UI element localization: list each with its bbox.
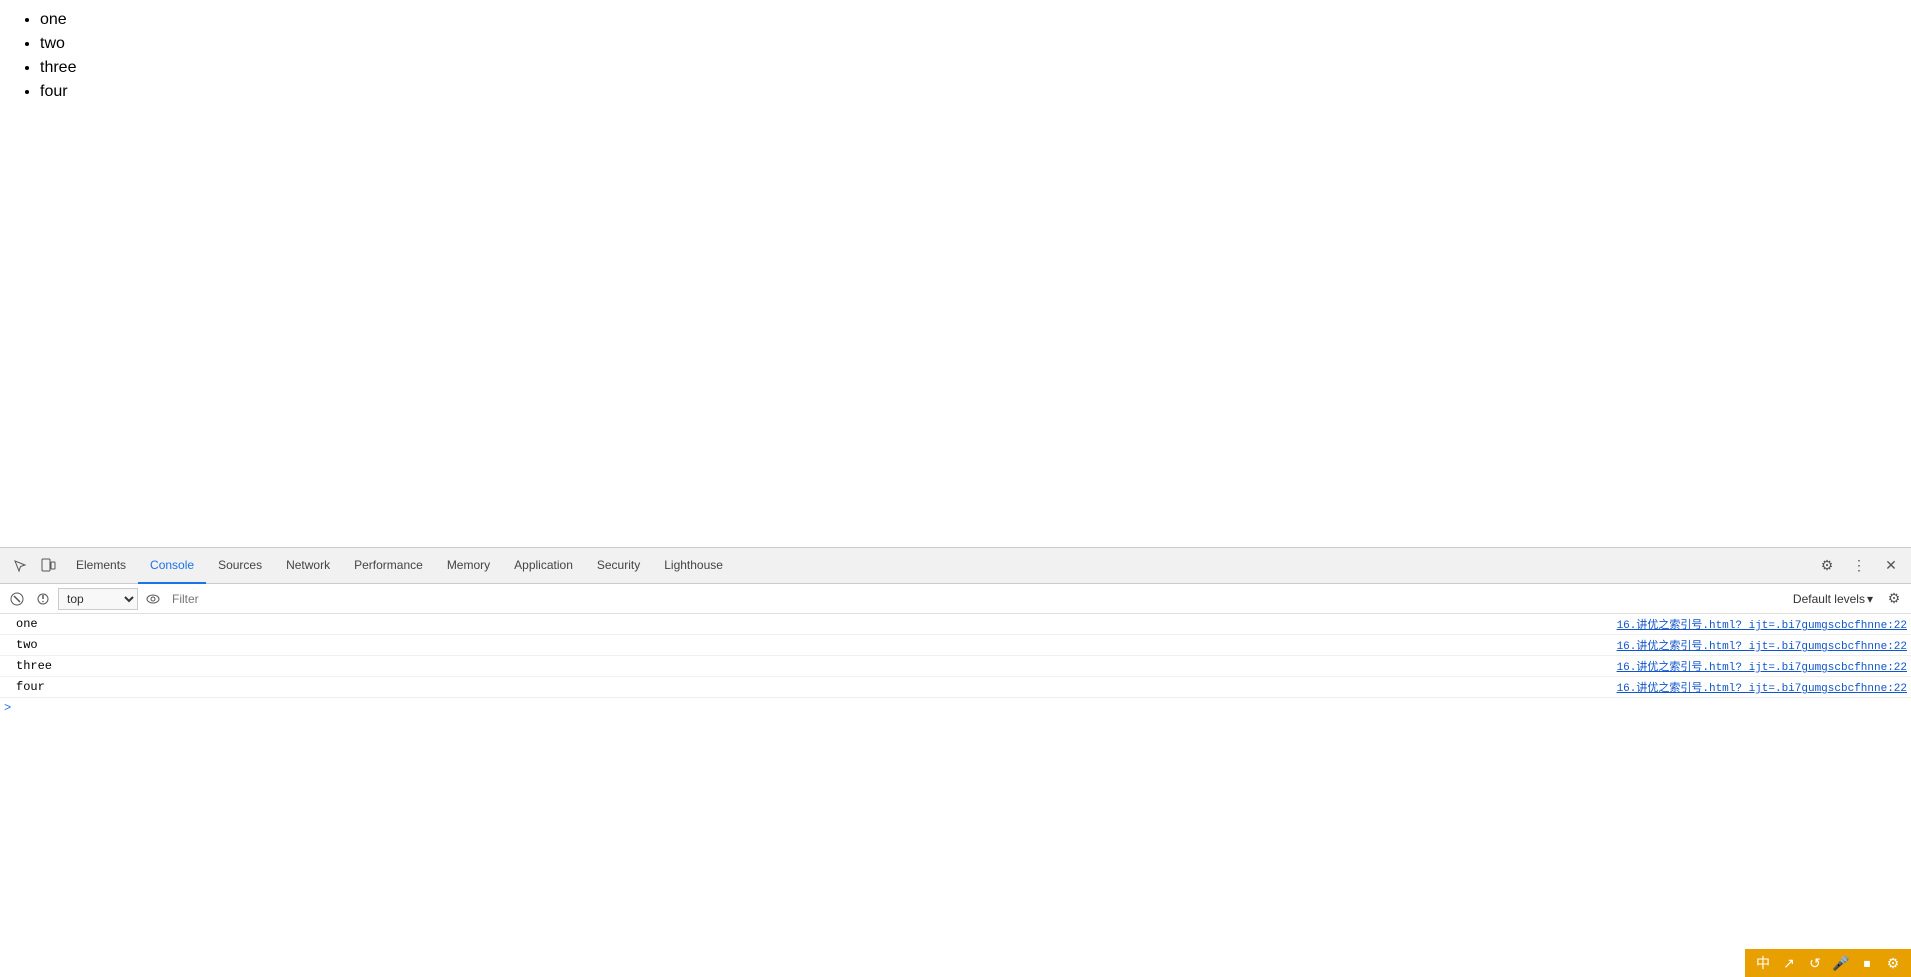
devtools-panel: ElementsConsoleSourcesNetworkPerformance… bbox=[0, 547, 1911, 977]
settings-icon[interactable]: ⚙ bbox=[1815, 554, 1839, 578]
status-icon-mic[interactable]: 🎤 bbox=[1831, 953, 1851, 973]
console-row: four16.讲优之索引号.html? ijt=.bi7gumgscbcfhnn… bbox=[0, 677, 1911, 698]
context-selector[interactable]: top bbox=[58, 588, 138, 610]
devtools-tabs: ElementsConsoleSourcesNetworkPerformance… bbox=[64, 548, 735, 584]
more-options-icon[interactable]: ⋮ bbox=[1847, 554, 1871, 578]
inspect-element-icon[interactable] bbox=[8, 554, 32, 578]
console-settings-icon[interactable]: ⚙ bbox=[1883, 588, 1905, 610]
console-row: one16.讲优之索引号.html? ijt=.bi7gumgscbcfhnne… bbox=[0, 614, 1911, 635]
console-prompt-icon: > bbox=[4, 701, 18, 715]
devtools-toolbar-actions: ⚙ ⋮ ✕ bbox=[1815, 554, 1903, 578]
console-row-source[interactable]: 16.讲优之索引号.html? ijt=.bi7gumgscbcfhnne:22 bbox=[1617, 658, 1907, 674]
list-item-four: four bbox=[40, 80, 1895, 104]
tab-memory[interactable]: Memory bbox=[435, 548, 502, 584]
filter-input[interactable] bbox=[168, 588, 1783, 610]
status-icon-settings[interactable]: ⚙ bbox=[1883, 953, 1903, 973]
device-toolbar-icon[interactable] bbox=[36, 554, 60, 578]
tab-elements[interactable]: Elements bbox=[64, 548, 138, 584]
console-prompt-row: > bbox=[0, 698, 1911, 718]
devtools-filter-bar: top Default levels ▾ ⚙ bbox=[0, 584, 1911, 614]
console-row: three16.讲优之索引号.html? ijt=.bi7gumgscbcfhn… bbox=[0, 656, 1911, 677]
list-item-three: three bbox=[40, 56, 1895, 80]
console-output: one16.讲优之索引号.html? ijt=.bi7gumgscbcfhnne… bbox=[0, 614, 1911, 977]
clear-console-icon[interactable] bbox=[6, 588, 28, 610]
preserve-log-icon[interactable] bbox=[32, 588, 54, 610]
status-icon-arrow[interactable]: ↗ bbox=[1779, 953, 1799, 973]
eye-filter-icon[interactable] bbox=[142, 588, 164, 610]
console-row: two16.讲优之索引号.html? ijt=.bi7gumgscbcfhnne… bbox=[0, 635, 1911, 656]
list-item-one: one bbox=[40, 8, 1895, 32]
tab-performance[interactable]: Performance bbox=[342, 548, 435, 584]
tab-lighthouse[interactable]: Lighthouse bbox=[652, 548, 735, 584]
console-row-text: two bbox=[16, 638, 1617, 652]
devtools-tab-bar: ElementsConsoleSourcesNetworkPerformance… bbox=[0, 548, 1911, 584]
tab-network[interactable]: Network bbox=[274, 548, 342, 584]
console-row-source[interactable]: 16.讲优之索引号.html? ijt=.bi7gumgscbcfhnne:22 bbox=[1617, 616, 1907, 632]
tab-security[interactable]: Security bbox=[585, 548, 652, 584]
browser-content: onetwothreefour bbox=[0, 0, 1911, 547]
status-bar: 中 ↗ ↺ 🎤 ⏹ ⚙ bbox=[1745, 949, 1911, 977]
status-icon-zh[interactable]: 中 bbox=[1753, 953, 1773, 973]
status-icon-stop[interactable]: ⏹ bbox=[1857, 953, 1877, 973]
console-row-text: three bbox=[16, 659, 1617, 673]
tab-console[interactable]: Console bbox=[138, 548, 206, 584]
console-row-text: four bbox=[16, 680, 1617, 694]
status-icon-refresh[interactable]: ↺ bbox=[1805, 953, 1825, 973]
list-item-two: two bbox=[40, 32, 1895, 56]
tab-application[interactable]: Application bbox=[502, 548, 585, 584]
console-row-text: one bbox=[16, 617, 1617, 631]
console-row-source[interactable]: 16.讲优之索引号.html? ijt=.bi7gumgscbcfhnne:22 bbox=[1617, 637, 1907, 653]
close-devtools-icon[interactable]: ✕ bbox=[1879, 554, 1903, 578]
tab-sources[interactable]: Sources bbox=[206, 548, 274, 584]
default-levels-button[interactable]: Default levels ▾ bbox=[1787, 592, 1879, 606]
main-list: onetwothreefour bbox=[16, 8, 1895, 104]
console-row-source[interactable]: 16.讲优之索引号.html? ijt=.bi7gumgscbcfhnne:22 bbox=[1617, 679, 1907, 695]
